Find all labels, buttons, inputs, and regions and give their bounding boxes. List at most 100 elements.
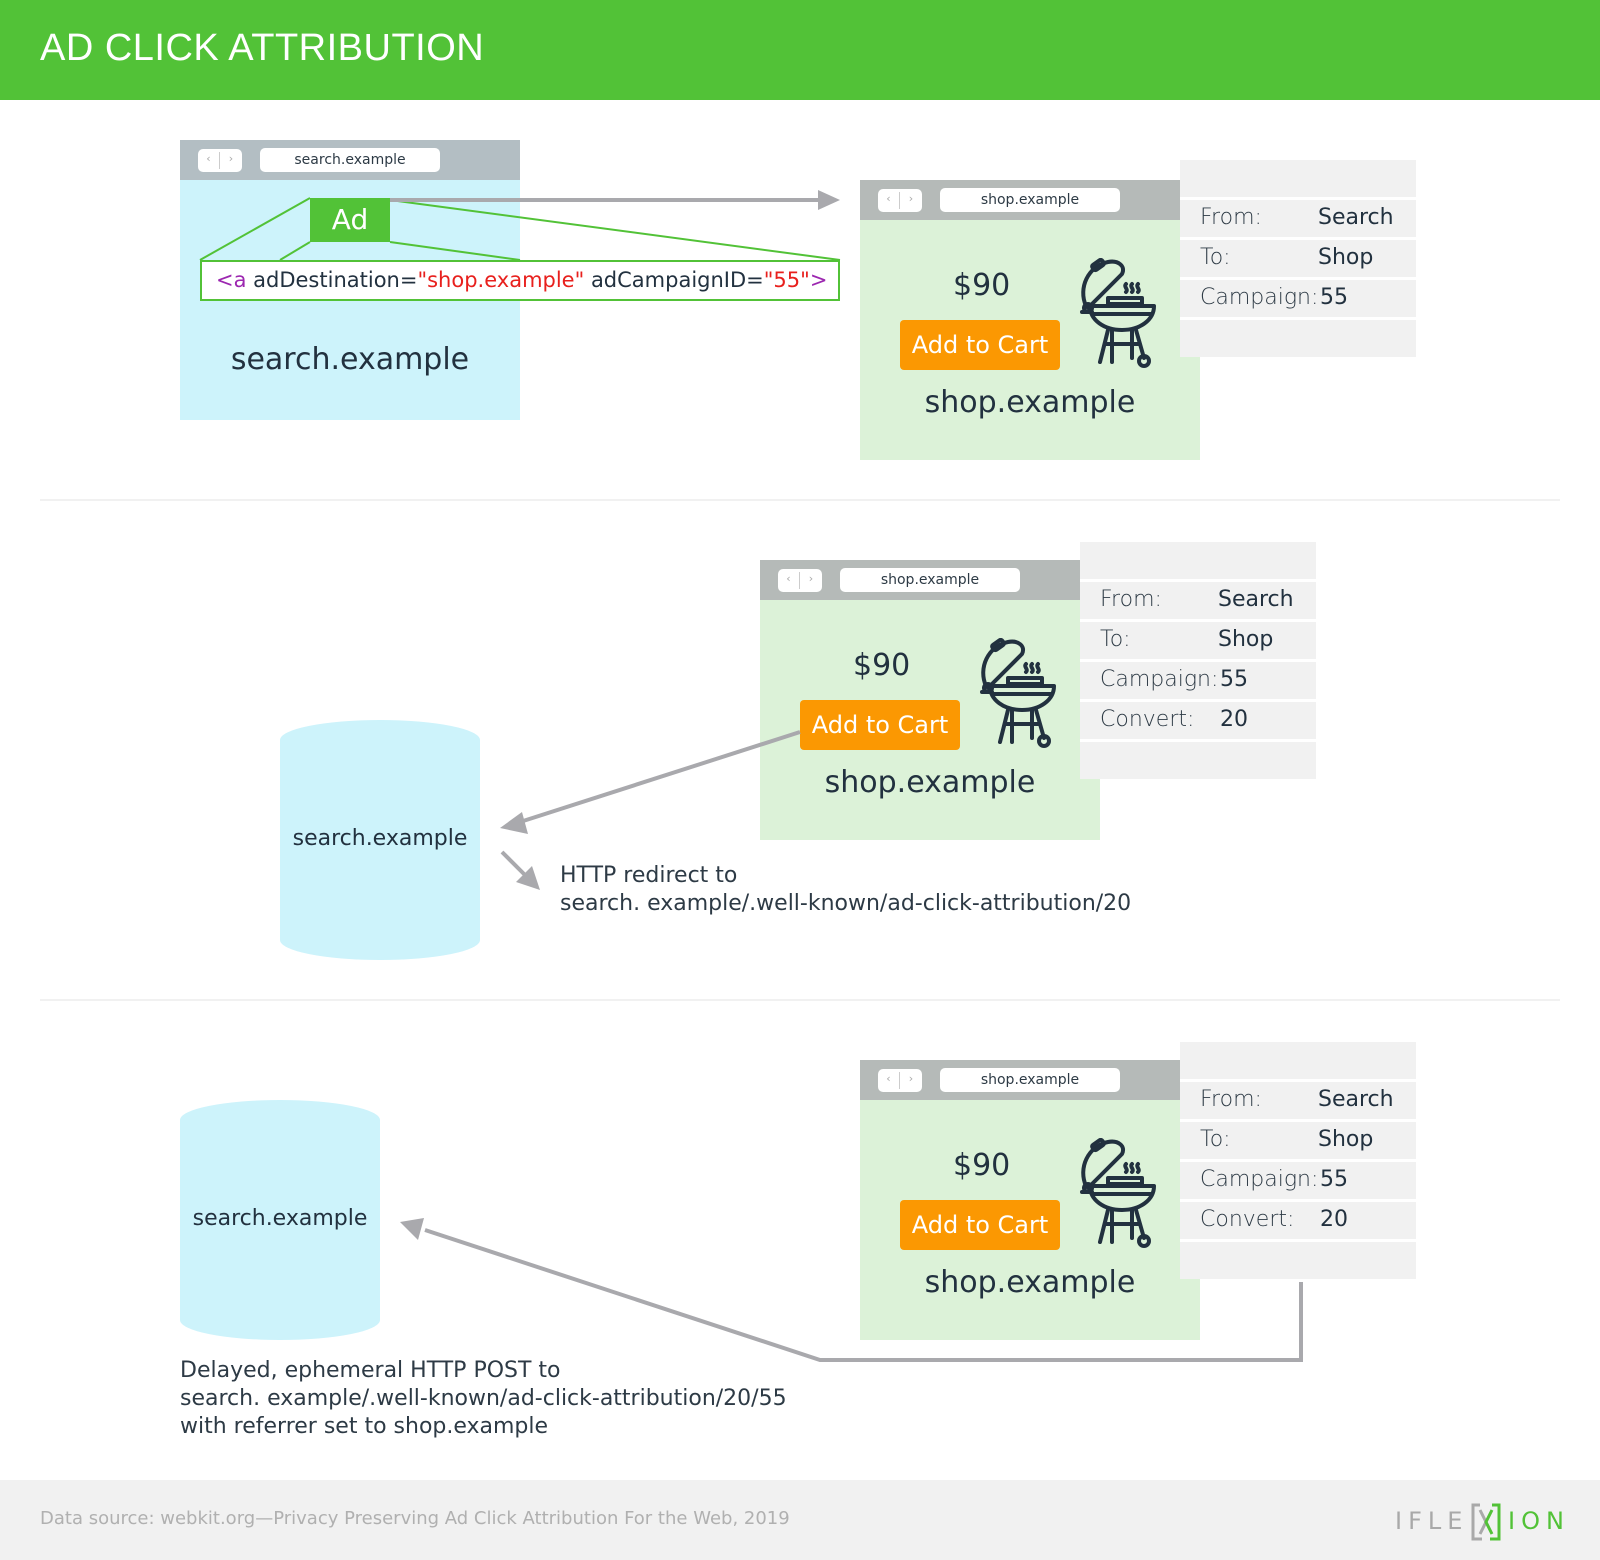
logo-text-left: IFLE: [1395, 1507, 1469, 1535]
info-key: Campaign:: [1200, 285, 1319, 310]
info-row: Convert: 20: [1180, 1202, 1416, 1239]
info-row-blank: [1180, 1242, 1416, 1279]
info-value: Search: [1318, 1087, 1394, 1112]
address-bar[interactable]: shop.example: [940, 1068, 1120, 1092]
forward-icon[interactable]: ›: [900, 192, 922, 205]
attribution-info-table: From: Search To: Shop Campaign: 55 Convert:…: [1180, 1042, 1416, 1279]
attribution-info-table: From: Search To: Shop Campaign: 55 Convert:…: [1080, 542, 1316, 779]
info-row: To: Shop: [1180, 1122, 1416, 1159]
info-key: To:: [1200, 245, 1231, 270]
nav-buttons[interactable]: ‹ ›: [878, 189, 922, 212]
section-divider: [40, 499, 1560, 501]
back-icon[interactable]: ‹: [778, 572, 800, 589]
code-attr-campaign: adCampaignID=: [584, 268, 764, 292]
company-logo[interactable]: IFLE ION: [1395, 1502, 1565, 1542]
product-price: $90: [953, 1148, 1011, 1183]
note-line: search. example/.well-known/ad-click-att…: [180, 1386, 787, 1411]
info-key: Campaign:: [1200, 1167, 1319, 1192]
info-row: To: Shop: [1180, 240, 1416, 277]
back-icon[interactable]: ‹: [878, 1072, 900, 1089]
product-price: $90: [953, 268, 1011, 303]
back-icon[interactable]: ‹: [878, 192, 900, 209]
browser-toolbar: ‹ › shop.example: [760, 560, 1100, 600]
grill-icon: [1080, 1138, 1156, 1248]
info-value: 20: [1320, 1207, 1348, 1232]
address-bar[interactable]: search.example: [260, 148, 440, 172]
info-value: 55: [1220, 667, 1248, 692]
forward-icon[interactable]: ›: [220, 152, 242, 165]
info-row: Campaign: 55: [1180, 1162, 1416, 1199]
info-value: Shop: [1318, 245, 1374, 270]
info-row-blank: [1180, 160, 1416, 197]
page-title: AD CLICK ATTRIBUTION: [40, 27, 485, 69]
data-source: Data source: webkit.org—Privacy Preservi…: [40, 1508, 790, 1529]
info-row: Campaign: 55: [1180, 280, 1416, 317]
note-line: HTTP redirect to: [560, 863, 738, 888]
forward-icon[interactable]: ›: [800, 572, 822, 585]
info-row: From: Search: [1180, 1082, 1416, 1119]
site-name: shop.example: [824, 765, 1036, 800]
server-label: search.example: [192, 1206, 368, 1231]
code-attr-destination: adDestination=: [246, 268, 418, 292]
nav-buttons[interactable]: ‹ ›: [198, 149, 242, 172]
redirect-note: HTTP redirect to search. example/.well-k…: [560, 862, 1131, 918]
info-key: From:: [1100, 587, 1162, 612]
info-key: To:: [1200, 1127, 1231, 1152]
post-note: Delayed, ephemeral HTTP POST to search. …: [180, 1357, 787, 1441]
server-label: search.example: [292, 826, 468, 851]
code-value-destination: "shop.example": [417, 268, 585, 292]
footer: Data source: webkit.org—Privacy Preservi…: [0, 1480, 1600, 1560]
info-row-blank: [1180, 1042, 1416, 1079]
logo-x-icon: [1471, 1503, 1501, 1541]
info-row: Campaign: 55: [1080, 662, 1316, 699]
search-server-database: search.example: [280, 720, 480, 960]
info-row-blank: [1080, 542, 1316, 579]
browser-toolbar: ‹ › shop.example: [860, 180, 1200, 220]
note-line: with referrer set to shop.example: [180, 1414, 549, 1439]
info-row: From: Search: [1080, 582, 1316, 619]
nav-buttons[interactable]: ‹ ›: [778, 569, 822, 592]
info-row: From: Search: [1180, 200, 1416, 237]
browser-toolbar: ‹ › search.example: [180, 140, 520, 180]
product-price: $90: [853, 648, 911, 683]
info-value: 20: [1220, 707, 1248, 732]
back-icon[interactable]: ‹: [198, 152, 220, 169]
address-bar[interactable]: shop.example: [840, 568, 1020, 592]
info-value: 55: [1320, 1167, 1348, 1192]
code-value-campaign: "55": [763, 268, 810, 292]
code-tag-open: <a: [216, 268, 247, 292]
grill-icon: [1080, 258, 1156, 368]
note-line: search. example/.well-known/ad-click-att…: [560, 891, 1132, 916]
info-key: From:: [1200, 1087, 1262, 1112]
code-tag-close: >: [809, 268, 828, 292]
ad-banner[interactable]: Ad: [310, 198, 390, 242]
info-key: Convert:: [1100, 707, 1195, 732]
site-name: shop.example: [924, 1265, 1136, 1300]
search-server-database: search.example: [180, 1100, 380, 1340]
info-value: 55: [1320, 285, 1348, 310]
note-line: Delayed, ephemeral HTTP POST to: [180, 1358, 561, 1383]
address-bar[interactable]: shop.example: [940, 188, 1120, 212]
ad-link-code: <a adDestination="shop.example" adCampai…: [200, 260, 840, 301]
info-key: To:: [1100, 627, 1131, 652]
site-name: search.example: [230, 342, 470, 377]
header-banner: AD CLICK ATTRIBUTION: [0, 0, 1600, 100]
conversion-arrow: [500, 730, 801, 834]
grill-icon: [980, 638, 1056, 748]
forward-icon[interactable]: ›: [900, 1072, 922, 1085]
nav-buttons[interactable]: ‹ ›: [878, 1069, 922, 1092]
info-key: Convert:: [1200, 1207, 1295, 1232]
attribution-info-table: From: Search To: Shop Campaign: 55: [1180, 160, 1416, 357]
info-value: Shop: [1218, 627, 1274, 652]
site-name: shop.example: [924, 385, 1136, 420]
info-value: Search: [1318, 205, 1394, 230]
info-row: To: Shop: [1080, 622, 1316, 659]
info-row-blank: [1180, 320, 1416, 357]
add-to-cart-button[interactable]: Add to Cart: [900, 1200, 1060, 1250]
add-to-cart-button[interactable]: Add to Cart: [900, 320, 1060, 370]
info-row: Convert: 20: [1080, 702, 1316, 739]
add-to-cart-button[interactable]: Add to Cart: [800, 700, 960, 750]
info-row-blank: [1080, 742, 1316, 779]
logo-text-right: ION: [1508, 1507, 1570, 1535]
section-divider: [40, 999, 1560, 1001]
